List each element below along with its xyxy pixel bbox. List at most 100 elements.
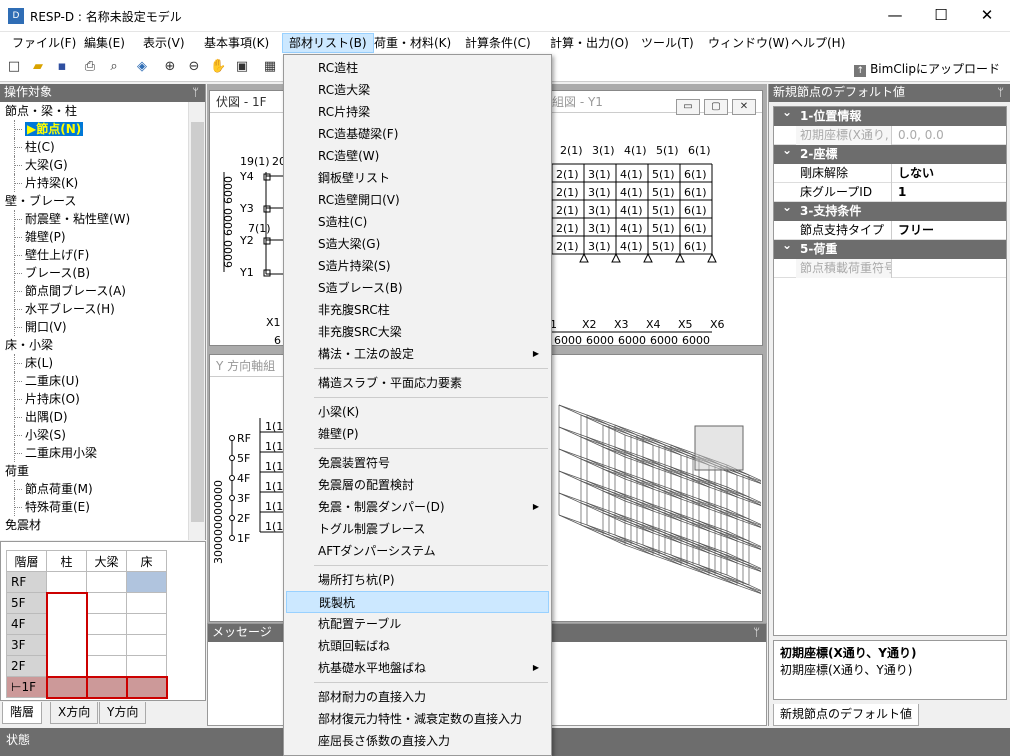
menu-item[interactable]: 雑壁(P): [286, 423, 549, 445]
tree-item[interactable]: 雑壁(P): [0, 228, 205, 246]
tree-category[interactable]: 免震材: [0, 516, 205, 534]
property-value[interactable]: 1: [894, 183, 906, 201]
menu-tools[interactable]: ツール(T): [635, 35, 700, 53]
property-section[interactable]: 1-位置情報: [774, 103, 1006, 126]
tree-item[interactable]: 二重床用小梁: [0, 444, 205, 462]
property-section[interactable]: 5-荷重: [774, 236, 1006, 259]
menu-item[interactable]: S造柱(C): [286, 211, 549, 233]
plan-node[interactable]: [263, 173, 271, 181]
floor-cell[interactable]: [86, 571, 127, 593]
floor-row-label[interactable]: 2F: [6, 655, 47, 677]
menu-member-list[interactable]: 部材リスト(B): [282, 33, 374, 53]
floor-cell[interactable]: [86, 655, 127, 677]
menu-load-material[interactable]: 荷重・材料(K): [368, 35, 457, 53]
tree-item[interactable]: 耐震壁・粘性壁(W): [0, 210, 205, 228]
new-file-icon[interactable]: □: [6, 59, 22, 75]
menu-item[interactable]: 非充腹SRC柱: [286, 299, 549, 321]
tree-item[interactable]: 節点間ブレース(A): [0, 282, 205, 300]
menu-item[interactable]: 免震層の配置検討: [286, 474, 549, 496]
property-row[interactable]: 節点積載荷重符号: [774, 259, 1006, 278]
menu-calc-output[interactable]: 計算・出力(O): [544, 35, 635, 53]
pin-icon[interactable]: ᛘ: [753, 624, 760, 641]
tab-new-node-defaults[interactable]: 新規節点のデフォルト値: [773, 704, 920, 726]
print-icon[interactable]: ⎙: [82, 59, 98, 75]
menu-item[interactable]: AFTダンパーシステム: [286, 540, 549, 562]
menu-item[interactable]: 杭配置テーブル: [286, 613, 549, 635]
restore-child-button[interactable]: ▢: [704, 99, 728, 115]
tree-item[interactable]: 壁仕上げ(F): [0, 246, 205, 264]
property-row[interactable]: 床グループID 1: [774, 183, 1006, 202]
property-row[interactable]: 節点支持タイプ フリー: [774, 221, 1006, 240]
menu-item[interactable]: RC造大梁: [286, 79, 549, 101]
tree-item[interactable]: 柱(C): [0, 138, 205, 156]
plan-node[interactable]: [263, 269, 271, 277]
menu-item[interactable]: RC片持梁: [286, 101, 549, 123]
floor-cell[interactable]: [45, 675, 88, 699]
menu-item[interactable]: 杭基礎水平地盤ばね ▶: [286, 657, 549, 679]
menu-view[interactable]: 表示(V): [137, 35, 191, 53]
tree-item[interactable]: 出隅(D): [0, 408, 205, 426]
floor-cell[interactable]: [125, 675, 168, 699]
close-button[interactable]: ✕: [964, 0, 1010, 32]
menu-item[interactable]: 構法・工法の設定 ▶: [286, 343, 549, 365]
floor-cell[interactable]: [86, 592, 127, 614]
menu-item[interactable]: RC造柱: [286, 57, 549, 79]
menu-item[interactable]: 非充腹SRC大梁: [286, 321, 549, 343]
tab-x-direction[interactable]: X方向: [50, 702, 99, 724]
property-value[interactable]: 0.0, 0.0: [894, 126, 944, 144]
menu-item[interactable]: S造ブレース(B): [286, 277, 549, 299]
minimize-child-button[interactable]: ▭: [676, 99, 700, 115]
model-icon[interactable]: ◈: [134, 59, 150, 75]
tree-item[interactable]: 小梁(S): [0, 426, 205, 444]
tab-y-direction[interactable]: Y方向: [99, 702, 147, 724]
menu-item[interactable]: 場所打ち杭(P): [286, 569, 549, 591]
menu-window[interactable]: ウィンドウ(W): [702, 35, 795, 53]
3d-view-window[interactable]: [549, 354, 763, 622]
elevation-view-window[interactable]: 軸組図 - Y1 ▭ ▢ ✕ 2(1) 2(1) 2(1) 2(1) 2(1) 2(1) 3(1…: [540, 90, 763, 346]
floor-cell[interactable]: [45, 634, 88, 656]
pan-hand-icon[interactable]: ✋: [210, 59, 226, 75]
menu-item[interactable]: 杭頭回転ばね: [286, 635, 549, 657]
tree-item[interactable]: 大梁(G): [0, 156, 205, 174]
tree-item[interactable]: 二重床(U): [0, 372, 205, 390]
floor-cell[interactable]: [126, 655, 167, 677]
property-row[interactable]: 剛床解除 しない: [774, 164, 1006, 183]
tree-category[interactable]: 節点・梁・柱: [0, 102, 205, 120]
property-value[interactable]: しない: [894, 164, 934, 182]
menu-help[interactable]: ヘルプ(H): [785, 35, 851, 53]
floor-cell[interactable]: [45, 655, 88, 678]
floor-row-label[interactable]: 5F: [6, 592, 47, 614]
tree-item[interactable]: ▶節点(N): [0, 120, 205, 138]
bimclip-upload-button[interactable]: ↑ BimClipにアップロード: [854, 60, 1000, 77]
tree-item[interactable]: 節点荷重(M): [0, 480, 205, 498]
open-folder-icon[interactable]: ▰: [30, 59, 46, 75]
menu-item[interactable]: RC造壁(W): [286, 145, 549, 167]
tree-item[interactable]: 特殊荷重(E): [0, 498, 205, 516]
menu-item[interactable]: 構造スラブ・平面応力要素: [286, 372, 549, 394]
tree-item[interactable]: 片持梁(K): [0, 174, 205, 192]
property-row[interactable]: 初期座標(X通り, 0.0, 0.0: [774, 126, 1006, 145]
menu-item[interactable]: 部材復元力特性・減衰定数の直接入力: [286, 708, 549, 730]
tree-item[interactable]: ブレース(B): [0, 264, 205, 282]
tree-item[interactable]: 開口(V): [0, 318, 205, 336]
floor-cell[interactable]: [126, 613, 167, 635]
menu-item[interactable]: S造片持梁(S): [286, 255, 549, 277]
menu-item[interactable]: 鋼板壁リスト: [286, 167, 549, 189]
zoom-in-icon[interactable]: ⊕: [162, 59, 178, 75]
tree-item[interactable]: 床(L): [0, 354, 205, 372]
floor-row-label[interactable]: 3F: [6, 634, 47, 656]
floor-cell[interactable]: [45, 591, 88, 614]
menu-item[interactable]: 免震装置符号: [286, 452, 549, 474]
floor-cell[interactable]: [46, 571, 87, 593]
fit-view-icon[interactable]: ▣: [234, 59, 250, 75]
menu-item[interactable]: S造大梁(G): [286, 233, 549, 255]
floor-cell[interactable]: [126, 592, 167, 614]
scroll-thumb[interactable]: [191, 122, 204, 522]
save-icon[interactable]: ▪: [54, 59, 70, 75]
plan-node[interactable]: [263, 237, 271, 245]
menu-basic[interactable]: 基本事項(K): [198, 35, 275, 53]
property-value[interactable]: フリー: [894, 221, 934, 239]
menu-file[interactable]: ファイル(F): [6, 35, 82, 53]
menu-calc-conditions[interactable]: 計算条件(C): [459, 35, 537, 53]
maximize-button[interactable]: ☐: [918, 0, 964, 32]
